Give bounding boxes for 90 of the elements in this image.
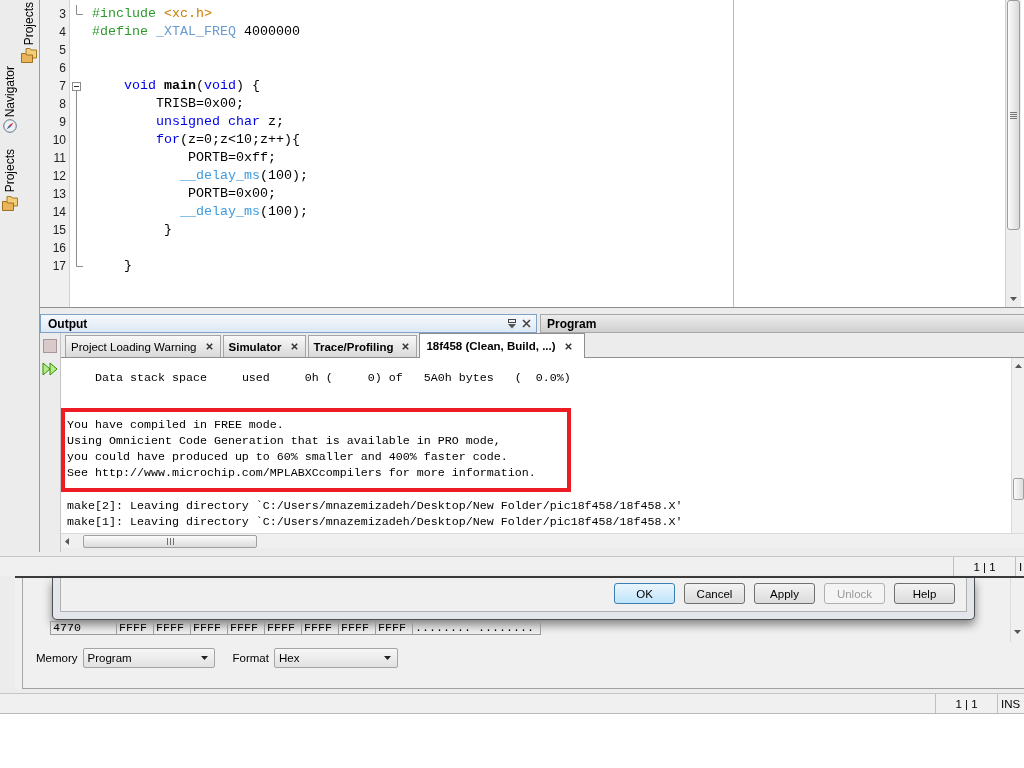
dialog-button[interactable]: Apply: [754, 583, 815, 604]
memory-cell: FFFF: [227, 621, 265, 635]
sidebar-tab[interactable]: Navigator: [2, 64, 18, 134]
line-number: 3: [59, 7, 66, 21]
memory-cell: FFFF: [153, 621, 191, 635]
memory-cell: FFFF: [264, 621, 302, 635]
insert-mode: INS: [1001, 697, 1021, 710]
dialog-button[interactable]: OK: [614, 583, 675, 604]
memory-cell: FFFF: [116, 621, 154, 635]
down-arrow-icon[interactable]: [1014, 630, 1021, 634]
folder-icon: [2, 194, 18, 211]
output-tab[interactable]: Simulator: [222, 335, 306, 357]
close-icon[interactable]: [564, 342, 572, 350]
memory-cell: FFFF: [338, 621, 376, 635]
field-label: Format: [232, 652, 269, 664]
line-number: 15: [52, 223, 66, 237]
code-line: }: [164, 222, 172, 237]
dropdown[interactable]: Program: [82, 648, 215, 668]
line-number: 14: [52, 205, 66, 219]
caret-icon: [383, 656, 391, 660]
panel-title: Output: [48, 316, 88, 331]
line-number: 10: [52, 133, 66, 147]
scrollbar-thumb[interactable]: [83, 534, 257, 548]
output-line: You have compiled in FREE mode.: [67, 418, 284, 432]
line-number: 11: [53, 151, 66, 165]
code-line: PORTB=0xff;: [188, 150, 276, 165]
line-number: 12: [52, 169, 66, 183]
line-number: 13: [52, 187, 66, 201]
vertical-scrollbar[interactable]: [1011, 358, 1024, 533]
scrollbar-thumb[interactable]: [1007, 0, 1020, 230]
line-number: 5: [59, 43, 66, 57]
scrollbar-thumb[interactable]: [1012, 478, 1024, 500]
close-icon[interactable]: [205, 343, 213, 350]
output-tab[interactable]: 18f458 (Clean, Build, ...): [419, 333, 585, 358]
line-number: 6: [59, 61, 66, 75]
insert-mode: I: [1019, 560, 1023, 573]
dropdown[interactable]: Hex: [273, 648, 398, 668]
memory-cell: FFFF: [301, 621, 339, 635]
line-number: 9: [59, 115, 66, 129]
close-icon[interactable]: [402, 343, 410, 350]
output-line: make[2]: Leaving directory `C:/Users/mnazemizadeh/Desktop/New Folder/pic18f458/18f458.X': [67, 499, 683, 513]
close-icon[interactable]: [290, 343, 298, 350]
line-number: 7: [59, 79, 66, 93]
code-line: void main(void) {: [124, 78, 260, 93]
cursor-position: 1 | 1: [973, 560, 996, 573]
rerun-icon[interactable]: [42, 362, 58, 376]
vertical-scrollbar[interactable]: [1010, 578, 1024, 642]
code-line: #define _XTAL_FREQ 4000000: [92, 24, 300, 39]
fold-end-icon: [76, 5, 83, 15]
memory-cell: FFFF: [375, 621, 413, 635]
cursor-position: 1 | 1: [955, 697, 978, 710]
down-arrow-icon[interactable]: [1010, 297, 1017, 301]
output-line: you could have produced up to 60% smaller and 400% faster code.: [67, 450, 508, 464]
panel-title: Program: [547, 316, 597, 331]
output-tab[interactable]: Trace/Profiling: [307, 335, 418, 357]
vertical-scrollbar[interactable]: [1005, 0, 1021, 307]
address-cell: 4770: [50, 621, 117, 635]
caret-icon: [200, 656, 208, 660]
memory-cell: FFFF: [190, 621, 228, 635]
compass-icon: [3, 119, 17, 134]
line-number: 4: [59, 25, 66, 39]
output-line: Using Omnicient Code Generation that is available in PRO mode,: [67, 434, 501, 448]
code-line: unsigned char z;: [156, 114, 284, 129]
code-line: __delay_ms(100);: [180, 204, 308, 219]
horizontal-scrollbar[interactable]: [61, 533, 1024, 548]
output-tab[interactable]: Project Loading Warning: [65, 335, 221, 357]
output-line: make[1]: Leaving directory `C:/Users/mnazemizadeh/Desktop/New Folder/pic18f458/18f458.X': [67, 515, 683, 529]
close-icon[interactable]: [522, 319, 531, 328]
code-line: __delay_ms(100);: [180, 168, 308, 183]
minimize-icon[interactable]: [507, 318, 517, 329]
dialog-button[interactable]: Help: [894, 583, 955, 604]
code-line: for(z=0;z<10;z++){: [156, 132, 300, 147]
field-label: Memory: [36, 652, 78, 664]
output-line: See http://www.microchip.com/MPLABXCcompilers for more information.: [67, 466, 536, 480]
ascii-cell: ........ ........: [412, 621, 541, 635]
left-arrow-icon[interactable]: [65, 537, 69, 545]
code-line: PORTB=0x00;: [188, 186, 276, 201]
line-number: 17: [52, 259, 66, 273]
code-line: #include <xc.h>: [92, 6, 212, 21]
dialog-button[interactable]: Cancel: [684, 583, 745, 604]
up-arrow-icon[interactable]: [1014, 364, 1022, 368]
code-line: }: [124, 258, 132, 273]
code-line: TRISB=0x00;: [156, 96, 244, 111]
output-line: Data stack space used 0h ( 0) of 5A0h bytes ( 0.0%): [95, 371, 571, 385]
line-number: 8: [59, 97, 66, 111]
folder-icon: [21, 47, 37, 64]
collapse-icon[interactable]: [72, 82, 81, 91]
line-number: 16: [52, 241, 66, 255]
sidebar-tab[interactable]: Projects: [2, 147, 18, 211]
sidebar-tab[interactable]: Projects: [21, 0, 37, 64]
